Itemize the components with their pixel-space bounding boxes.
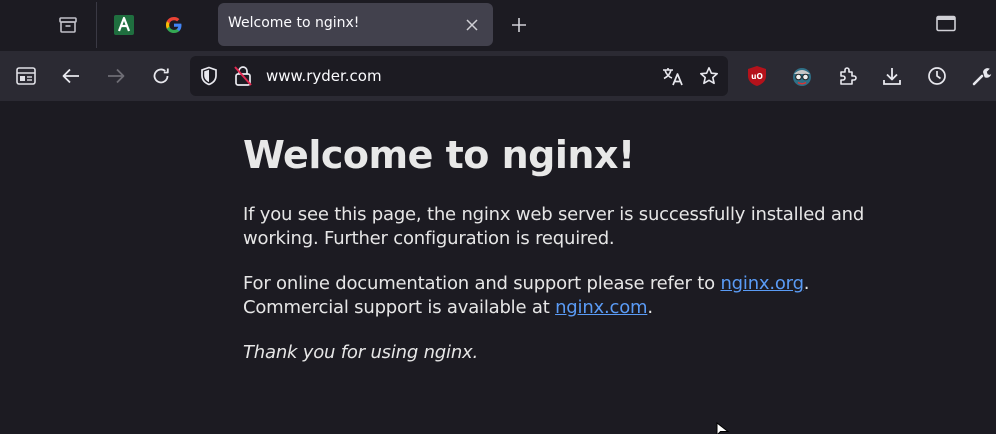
commercial-suffix: . <box>647 297 653 318</box>
tab-active[interactable]: Welcome to nginx! <box>218 3 493 46</box>
google-icon[interactable] <box>162 13 186 37</box>
mouse-cursor-icon <box>716 421 730 434</box>
support-paragraph: For online documentation and support ple… <box>243 272 883 320</box>
insecure-lock-icon[interactable] <box>231 64 255 88</box>
tab-strip: Welcome to nginx! <box>0 0 996 51</box>
thanks-text: Thank you for using nginx. <box>243 342 479 363</box>
forward-icon <box>104 64 128 88</box>
puzzle-icon[interactable] <box>836 64 860 88</box>
star-icon[interactable] <box>697 64 721 88</box>
history-icon[interactable] <box>925 64 949 88</box>
ublock-icon[interactable]: uO <box>745 64 769 88</box>
url-host: www.ryder.com <box>266 67 382 85</box>
download-icon[interactable] <box>880 64 904 88</box>
tab-separator <box>96 2 97 48</box>
thanks-paragraph: Thank you for using nginx. <box>243 341 883 365</box>
translate-icon[interactable] <box>661 64 685 88</box>
page-body: Welcome to nginx! If you see this page, … <box>243 101 883 365</box>
sidebar-icon[interactable] <box>14 64 38 88</box>
ublock-label: uO <box>751 72 763 81</box>
intro-paragraph: If you see this page, the nginx web serv… <box>243 204 865 249</box>
nginx-org-link[interactable]: nginx.org <box>720 273 804 294</box>
window-icon[interactable] <box>934 12 958 36</box>
docs-text: For online documentation and support ple… <box>243 273 721 294</box>
page-heading: Welcome to nginx! <box>243 133 635 177</box>
commercial-text: Commercial support is available at <box>243 297 556 318</box>
close-icon[interactable] <box>462 15 482 35</box>
shield-icon[interactable] <box>197 64 221 88</box>
archive-icon[interactable] <box>56 13 80 37</box>
back-icon[interactable] <box>59 64 83 88</box>
page-content: Welcome to nginx! If you see this page, … <box>0 101 996 434</box>
docs-suffix: . <box>803 273 810 294</box>
nginx-com-link[interactable]: nginx.com <box>555 297 647 318</box>
wrench-icon[interactable] <box>970 64 994 88</box>
url-text[interactable]: www.ryder.com <box>266 67 382 85</box>
reload-icon[interactable] <box>149 64 173 88</box>
url-bar[interactable]: www.ryder.com <box>190 56 728 96</box>
extension-avatar-icon[interactable] <box>790 64 814 88</box>
navigation-toolbar: www.ryder.com uO <box>0 51 996 101</box>
letter-a-icon[interactable] <box>112 13 136 37</box>
plus-icon[interactable] <box>507 13 531 37</box>
tab-title: Welcome to nginx! <box>228 15 360 31</box>
